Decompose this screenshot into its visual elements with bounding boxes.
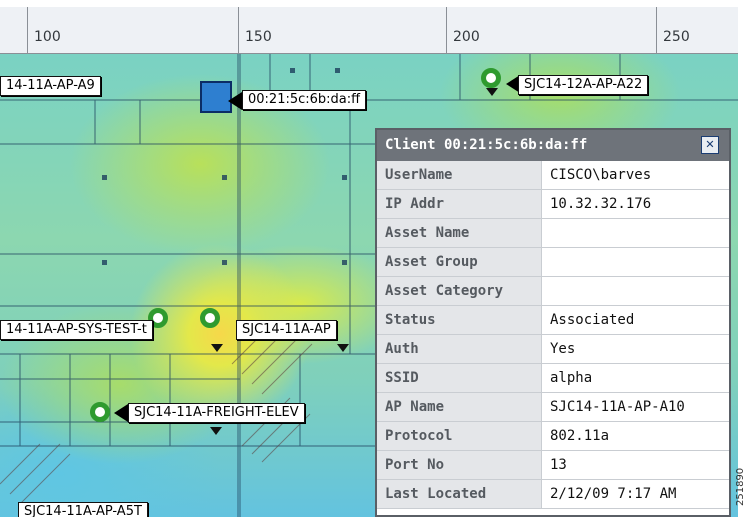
row-key: Last Located xyxy=(377,479,542,509)
ap-label-truncated[interactable]: SJC14-11A-AP xyxy=(236,320,337,340)
pointer-arrow-icon xyxy=(228,92,242,110)
table-row: UserName CISCO\barves xyxy=(377,161,729,190)
row-key: IP Addr xyxy=(377,189,542,219)
row-key: Asset Category xyxy=(377,276,542,306)
top-strip xyxy=(0,0,738,7)
row-value: 802.11a xyxy=(541,421,729,451)
table-row: Asset Group xyxy=(377,247,729,277)
ap-label-a9[interactable]: 14-11A-AP-A9 xyxy=(0,76,101,96)
row-value: Yes xyxy=(541,334,729,364)
table-row: Status Associated xyxy=(377,305,729,335)
access-point-icon[interactable] xyxy=(481,68,501,88)
horizontal-ruler: 100 150 200 250 xyxy=(0,7,738,54)
ruler-tick xyxy=(446,7,447,53)
row-value xyxy=(541,247,729,277)
table-row: Auth Yes xyxy=(377,334,729,364)
row-value: alpha xyxy=(541,363,729,393)
table-row: IP Addr 10.32.32.176 xyxy=(377,189,729,219)
row-key: SSID xyxy=(377,363,542,393)
table-row: AP Name SJC14-11A-AP-A10 xyxy=(377,392,729,422)
ruler-tick xyxy=(656,7,657,53)
client-info-panel: Client 00:21:5c:6b:da:ff ✕ UserName CISCO… xyxy=(375,128,731,517)
ap-label-freight-elev[interactable]: SJC14-11A-FREIGHT-ELEV xyxy=(128,403,305,423)
pointer-arrow-icon xyxy=(114,404,128,422)
table-row: Last Located 2/12/09 7:17 AM xyxy=(377,479,729,509)
ap-dot-icon xyxy=(337,344,349,352)
row-key: UserName xyxy=(377,161,542,190)
table-row: Protocol 802.11a xyxy=(377,421,729,451)
row-key: Protocol xyxy=(377,421,542,451)
row-key: Status xyxy=(377,305,542,335)
row-key: Asset Name xyxy=(377,218,542,248)
table-row: Asset Category xyxy=(377,276,729,306)
row-value xyxy=(541,276,729,306)
row-key: Auth xyxy=(377,334,542,364)
row-value: Associated xyxy=(541,305,729,335)
table-row: Asset Name xyxy=(377,218,729,248)
figure-id: 251890 xyxy=(735,467,746,506)
access-point-icon[interactable] xyxy=(200,308,220,328)
row-value xyxy=(541,218,729,248)
ap-dot-icon xyxy=(211,344,223,352)
row-value: SJC14-11A-AP-A10 xyxy=(541,392,729,422)
client-detail-table: UserName CISCO\barves IP Addr 10.32.32.176… xyxy=(377,161,729,509)
ap-label-a5t[interactable]: SJC14-11A-AP-A5T xyxy=(18,502,148,517)
row-value: 2/12/09 7:17 AM xyxy=(541,479,729,509)
access-point-icon[interactable] xyxy=(90,402,110,422)
row-key: Asset Group xyxy=(377,247,542,277)
row-value: CISCO\barves xyxy=(541,161,729,190)
ruler-label: 150 xyxy=(245,29,272,45)
ruler-label: 250 xyxy=(663,29,690,45)
ap-dot-icon xyxy=(210,427,222,435)
ap-label-a22[interactable]: SJC14-12A-AP-A22 xyxy=(518,75,649,95)
ruler-label: 200 xyxy=(453,29,480,45)
panel-header: Client 00:21:5c:6b:da:ff ✕ xyxy=(377,130,729,161)
close-icon[interactable]: ✕ xyxy=(701,136,719,154)
panel-title: Client 00:21:5c:6b:da:ff xyxy=(385,137,588,153)
ruler-tick xyxy=(27,7,28,53)
client-label[interactable]: 00:21:5c:6b:da:ff xyxy=(242,90,367,110)
table-row: Port No 13 xyxy=(377,450,729,480)
row-key: Port No xyxy=(377,450,542,480)
ap-dot-icon xyxy=(486,88,498,96)
ruler-tick xyxy=(238,7,239,53)
ruler-label: 100 xyxy=(34,29,61,45)
ap-label-sys-test[interactable]: 14-11A-AP-SYS-TEST-t xyxy=(0,320,153,340)
table-row: SSID alpha xyxy=(377,363,729,393)
row-key: AP Name xyxy=(377,392,542,422)
row-value: 13 xyxy=(541,450,729,480)
row-value: 10.32.32.176 xyxy=(541,189,729,219)
